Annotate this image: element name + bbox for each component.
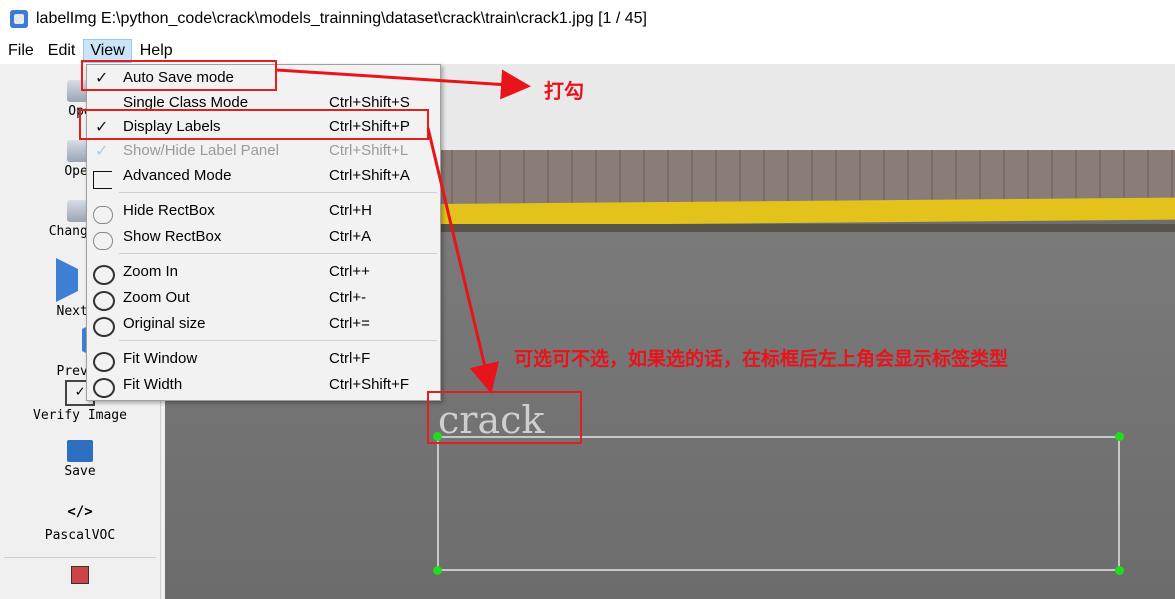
title-bar: labelImg E:\python_code\crack\models_tra… — [0, 0, 1175, 38]
menu-item-original-size[interactable]: Original size Ctrl+= — [87, 312, 440, 337]
menu-item-shortcut: Ctrl+Shift+A — [329, 167, 410, 184]
menu-item-shortcut: Ctrl+= — [329, 315, 370, 332]
menu-item-label: Zoom In — [123, 263, 179, 280]
annotation-tick-note: 打勾 — [544, 81, 584, 103]
tool-verify-image-label: Verify Image — [33, 408, 127, 423]
tool-create-rectbox[interactable] — [0, 566, 160, 586]
zoom-out-icon — [93, 291, 115, 311]
menu-item-zoom-in[interactable]: Zoom In Ctrl++ — [87, 260, 440, 285]
fit-width-icon — [93, 378, 115, 398]
tool-save-label: Save — [64, 464, 96, 479]
app-logo-icon — [10, 10, 28, 28]
annotation-box-display-labels — [79, 109, 429, 140]
menu-item-hide-rectbox[interactable]: Hide RectBox Ctrl+H — [87, 199, 440, 224]
rectbox-icon — [71, 566, 89, 584]
menu-item-label: Show RectBox — [123, 228, 222, 245]
zoom-original-icon — [93, 317, 115, 337]
menu-item-show-hide-label-panel[interactable]: ✓ Show/Hide Label Panel Ctrl+Shift+L — [87, 139, 440, 163]
menu-item-shortcut: Ctrl+F — [329, 350, 371, 367]
menu-item-label: Zoom Out — [123, 289, 190, 306]
menu-edit[interactable]: Edit — [42, 39, 82, 63]
tag-icon — [93, 171, 112, 189]
check-icon: ✓ — [95, 143, 109, 160]
annotation-box-label — [427, 391, 582, 444]
menu-separator — [119, 253, 437, 254]
fit-window-icon — [93, 352, 115, 372]
menu-item-shortcut: Ctrl+H — [329, 202, 372, 219]
menu-item-label: Advanced Mode — [123, 167, 232, 184]
menu-item-fit-window[interactable]: Fit Window Ctrl+F — [87, 347, 440, 372]
menu-item-shortcut: Ctrl+Shift+L — [329, 142, 409, 159]
bbox-handle-bottom-right[interactable] — [1115, 566, 1124, 575]
tool-format-label: PascalVOC — [44, 528, 116, 543]
menu-item-shortcut: Ctrl+A — [329, 228, 372, 245]
bounding-box[interactable] — [437, 436, 1120, 571]
menu-item-label: Show/Hide Label Panel — [123, 142, 279, 159]
menu-item-shortcut: Ctrl++ — [329, 263, 370, 280]
menu-item-show-rectbox[interactable]: Show RectBox Ctrl+A — [87, 225, 440, 250]
menu-item-zoom-out[interactable]: Zoom Out Ctrl+- — [87, 286, 440, 311]
tool-save[interactable]: Save — [0, 440, 160, 479]
menu-file[interactable]: File — [2, 39, 40, 63]
menu-item-label: Hide RectBox — [123, 202, 215, 219]
menu-item-label: Original size — [123, 315, 206, 332]
menu-item-label: Fit Window — [123, 350, 198, 367]
menu-item-advanced-mode[interactable]: Advanced Mode Ctrl+Shift+A — [87, 164, 440, 189]
menu-item-shortcut: Ctrl+- — [329, 289, 367, 306]
window-title: labelImg E:\python_code\crack\models_tra… — [36, 10, 647, 27]
menu-item-shortcut: Ctrl+Shift+F — [329, 376, 410, 393]
tool-format[interactable]: </> PascalVOC — [0, 504, 160, 543]
annotation-optional-note: 可选可不选，如果选的话，在标框后左上角会显示标签类型 — [514, 349, 1009, 370]
annotation-box-auto-save — [81, 60, 277, 91]
eye-icon — [93, 232, 113, 250]
zoom-in-icon — [93, 265, 115, 285]
menu-item-label: Fit Width — [123, 376, 183, 393]
toolbar-divider — [4, 557, 156, 558]
code-icon: </> — [67, 504, 93, 520]
bbox-handle-top-right[interactable] — [1115, 432, 1124, 441]
floppy-icon — [67, 440, 93, 462]
bbox-handle-bottom-left[interactable] — [433, 566, 442, 575]
menu-separator — [119, 192, 437, 193]
menu-item-fit-width[interactable]: Fit Width Ctrl+Shift+F — [87, 373, 440, 398]
menu-separator — [119, 340, 437, 341]
eye-icon — [93, 206, 113, 224]
